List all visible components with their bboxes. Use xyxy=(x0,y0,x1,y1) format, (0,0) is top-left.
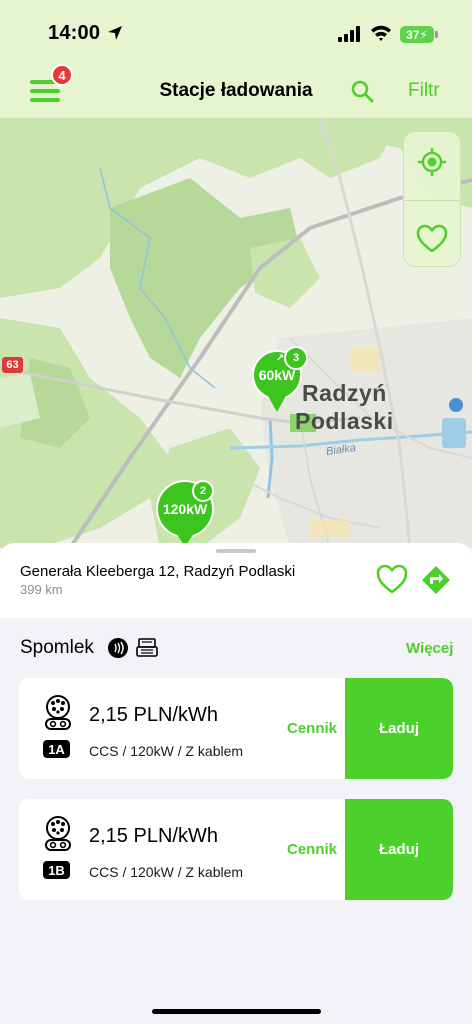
connector-price: 2,15 PLN/kWh xyxy=(89,825,218,847)
locate-me-icon[interactable] xyxy=(415,145,449,179)
operator-name: Spomlek xyxy=(20,637,94,658)
search-icon[interactable] xyxy=(350,79,374,103)
contactless-payment-icon xyxy=(108,638,128,658)
tariff-link[interactable]: Cennik xyxy=(287,841,337,858)
map-view[interactable]: 63 Radzyń Podlaski Białka 60kW 3 ↗ 120kW… xyxy=(0,118,472,548)
pin-power-text: 60kW xyxy=(258,367,296,383)
pin-count-badge: 2 xyxy=(192,480,214,502)
charge-button[interactable]: Ładuj xyxy=(345,678,453,779)
directions-icon[interactable] xyxy=(420,564,452,596)
charging-station-pin[interactable]: 60kW 3 ↗ xyxy=(252,346,312,418)
connector-spec: CCS / 120kW / Z kablem xyxy=(89,864,244,880)
connector-id: 1B xyxy=(43,861,70,879)
filter-button[interactable]: Filtr xyxy=(408,80,440,102)
pin-count-text: 2 xyxy=(199,485,207,497)
pin-tail xyxy=(267,394,287,412)
map-background xyxy=(0,118,472,548)
home-indicator[interactable] xyxy=(152,1009,321,1014)
payment-terminal-icon xyxy=(136,638,158,657)
status-bar: 14:00 37 ⚡ xyxy=(0,0,472,60)
connector-price: 2,15 PLN/kWh xyxy=(89,704,218,726)
map-controls-divider xyxy=(404,200,460,201)
battery-tip xyxy=(435,31,438,38)
ccs-plug-icon xyxy=(45,816,71,851)
charge-button[interactable]: Ładuj xyxy=(345,799,453,900)
road-63-label: 63 xyxy=(2,357,23,373)
charging-station-pin[interactable]: 120kW 2 xyxy=(156,480,222,548)
connector-spec: CCS / 120kW / Z kablem xyxy=(89,743,244,759)
station-address: Generała Kleeberga 12, Radzyń Podlaski xyxy=(20,563,296,580)
signal-icon xyxy=(338,26,360,42)
connector-card: 1A 2,15 PLN/kWh CCS / 120kW / Z kablem C… xyxy=(19,678,453,779)
connector-id: 1A xyxy=(43,740,70,758)
tariff-link[interactable]: Cennik xyxy=(287,720,337,737)
page-title: Stacje ładowania xyxy=(159,80,313,101)
station-distance: 399 km xyxy=(20,582,63,597)
battery-icon: 37 ⚡ xyxy=(400,26,434,43)
more-link[interactable]: Więcej xyxy=(406,640,453,657)
favorite-heart-icon[interactable] xyxy=(375,563,409,595)
top-bar: 14:00 37 ⚡ 4 Stacje ładowania Filtr xyxy=(0,0,472,118)
sheet-grabber[interactable] xyxy=(216,549,256,553)
ccs-plug-icon xyxy=(45,695,71,730)
pin-count-text: 3 xyxy=(292,352,300,364)
pin-count-badge: 3 xyxy=(284,346,308,370)
favorites-heart-icon[interactable] xyxy=(415,222,449,256)
status-time: 14:00 xyxy=(48,22,101,44)
pin-power-text: 120kW xyxy=(162,501,208,517)
location-arrow-icon xyxy=(108,26,122,40)
town-name-line1: Radzyń xyxy=(302,380,387,406)
wifi-icon xyxy=(371,25,391,41)
battery-level: 37 xyxy=(406,27,420,42)
connector-card: 1B 2,15 PLN/kWh CCS / 120kW / Z kablem C… xyxy=(19,799,453,900)
pin-arrow-icon: ↗ xyxy=(276,353,285,364)
